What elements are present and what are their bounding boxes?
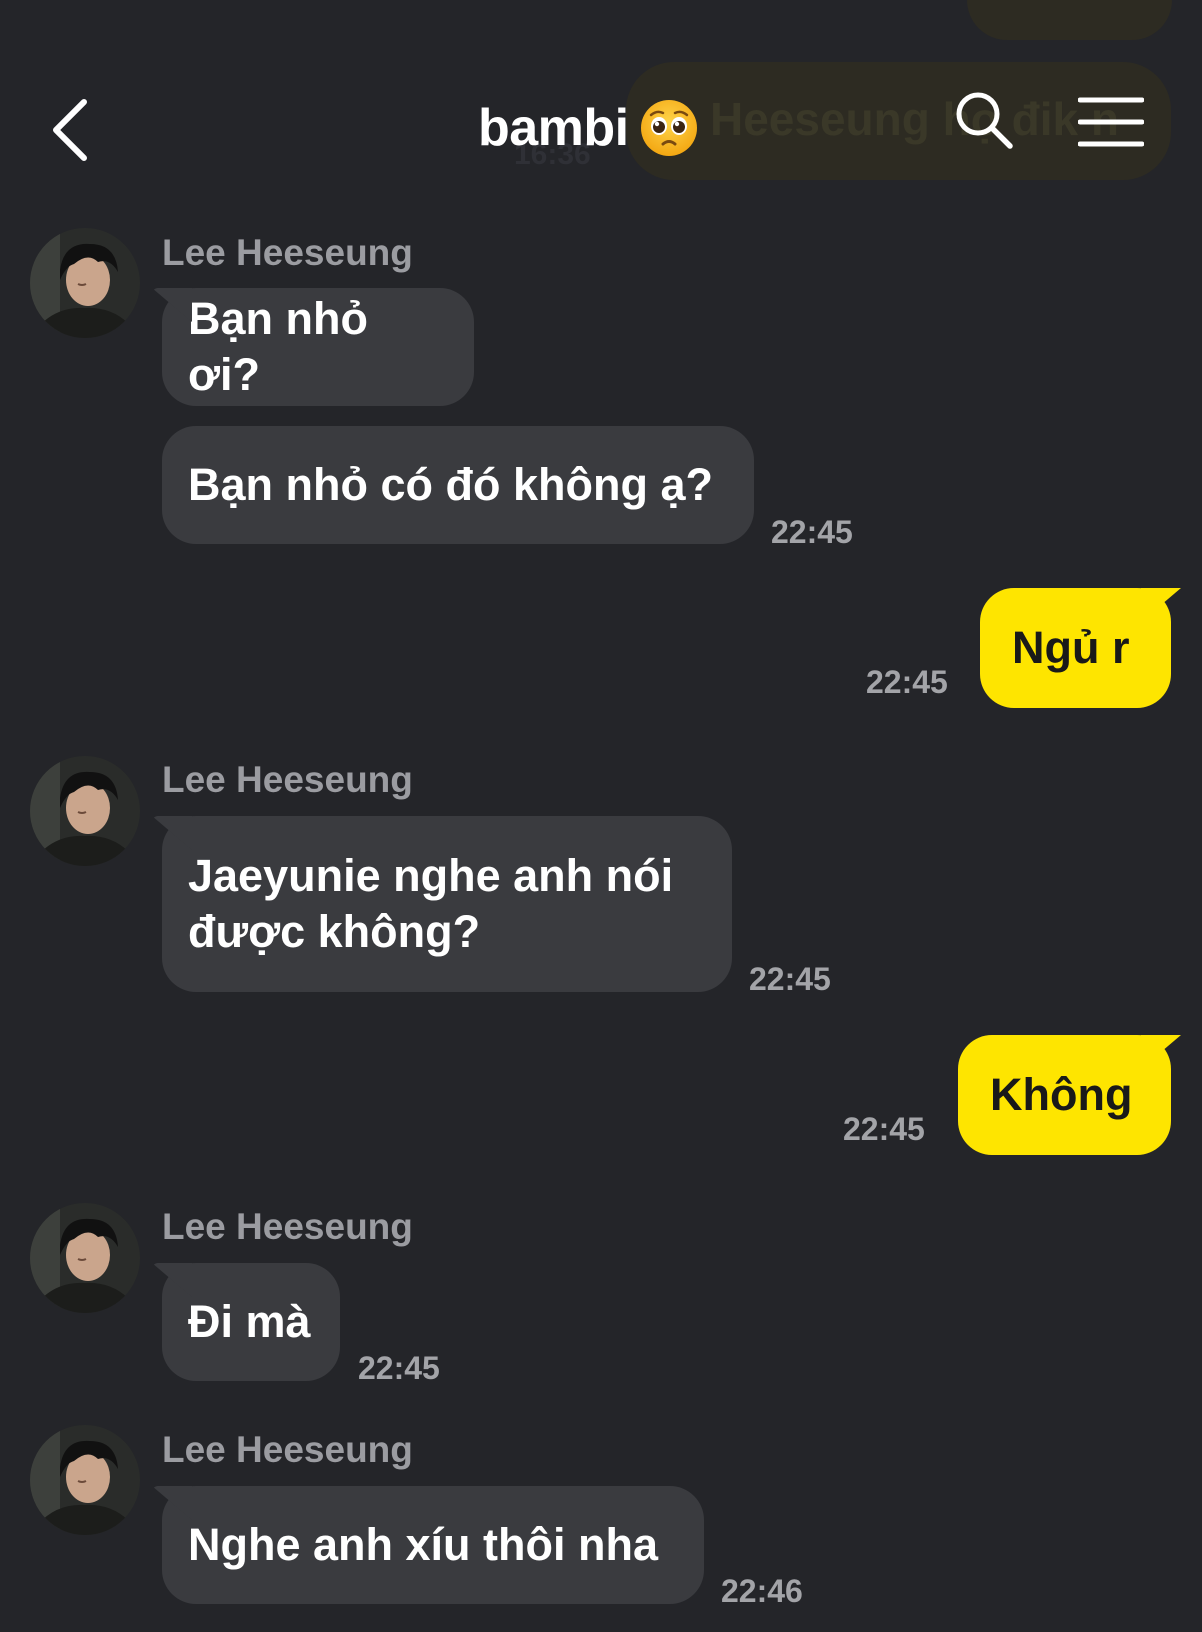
message-text: Ngủ r	[1012, 622, 1130, 673]
sender-avatar[interactable]	[30, 228, 140, 338]
message-text: Bạn nhỏ có đó không ạ?	[188, 459, 713, 510]
sender-name: Lee Heeseung	[162, 759, 413, 800]
message-text: Không	[990, 1069, 1133, 1120]
incoming-message-bubble[interactable]: Bạn nhỏ có đó không ạ?	[162, 426, 754, 544]
message-text: Bạn nhỏ ơi?	[188, 293, 368, 400]
outgoing-message-bubble[interactable]: Ngủ r	[980, 588, 1171, 708]
chat-title-text: bambi	[478, 99, 629, 157]
previous-message-bubble	[967, 0, 1172, 40]
message-timestamp: 22:45	[749, 961, 831, 997]
sender-name: Lee Heeseung	[162, 232, 413, 273]
message-timestamp: 22:45	[866, 664, 948, 700]
incoming-message-bubble[interactable]: Nghe anh xíu thôi nha	[162, 1486, 704, 1604]
message-timestamp: 22:45	[843, 1111, 925, 1147]
back-arrow-icon[interactable]	[46, 94, 106, 166]
sender-name: Lee Heeseung	[162, 1206, 413, 1247]
chat-header: bambi	[0, 70, 1202, 180]
message-timestamp: 22:46	[721, 1573, 803, 1609]
hamburger-menu-icon[interactable]	[1078, 96, 1144, 148]
incoming-message-bubble[interactable]: Jaeyunie nghe anh nói được không?	[162, 816, 732, 992]
message-timestamp: 22:45	[771, 514, 853, 550]
search-icon[interactable]	[952, 88, 1016, 152]
message-text: Nghe anh xíu thôi nha	[188, 1519, 658, 1570]
message-timestamp: 22:45	[358, 1350, 440, 1386]
sender-avatar[interactable]	[30, 756, 140, 866]
sender-avatar[interactable]	[30, 1425, 140, 1535]
sender-avatar[interactable]	[30, 1203, 140, 1313]
outgoing-message-bubble[interactable]: Không	[958, 1035, 1171, 1155]
incoming-message-bubble[interactable]: Đi mà	[162, 1263, 340, 1381]
sender-name: Lee Heeseung	[162, 1429, 413, 1470]
incoming-message-bubble[interactable]: Bạn nhỏ ơi?	[162, 288, 474, 406]
message-text: Đi mà	[188, 1296, 311, 1347]
pleading-face-emoji-icon	[640, 100, 697, 156]
chat-title[interactable]: bambi	[478, 88, 699, 168]
message-text: Jaeyunie nghe anh nói được không?	[188, 850, 674, 957]
